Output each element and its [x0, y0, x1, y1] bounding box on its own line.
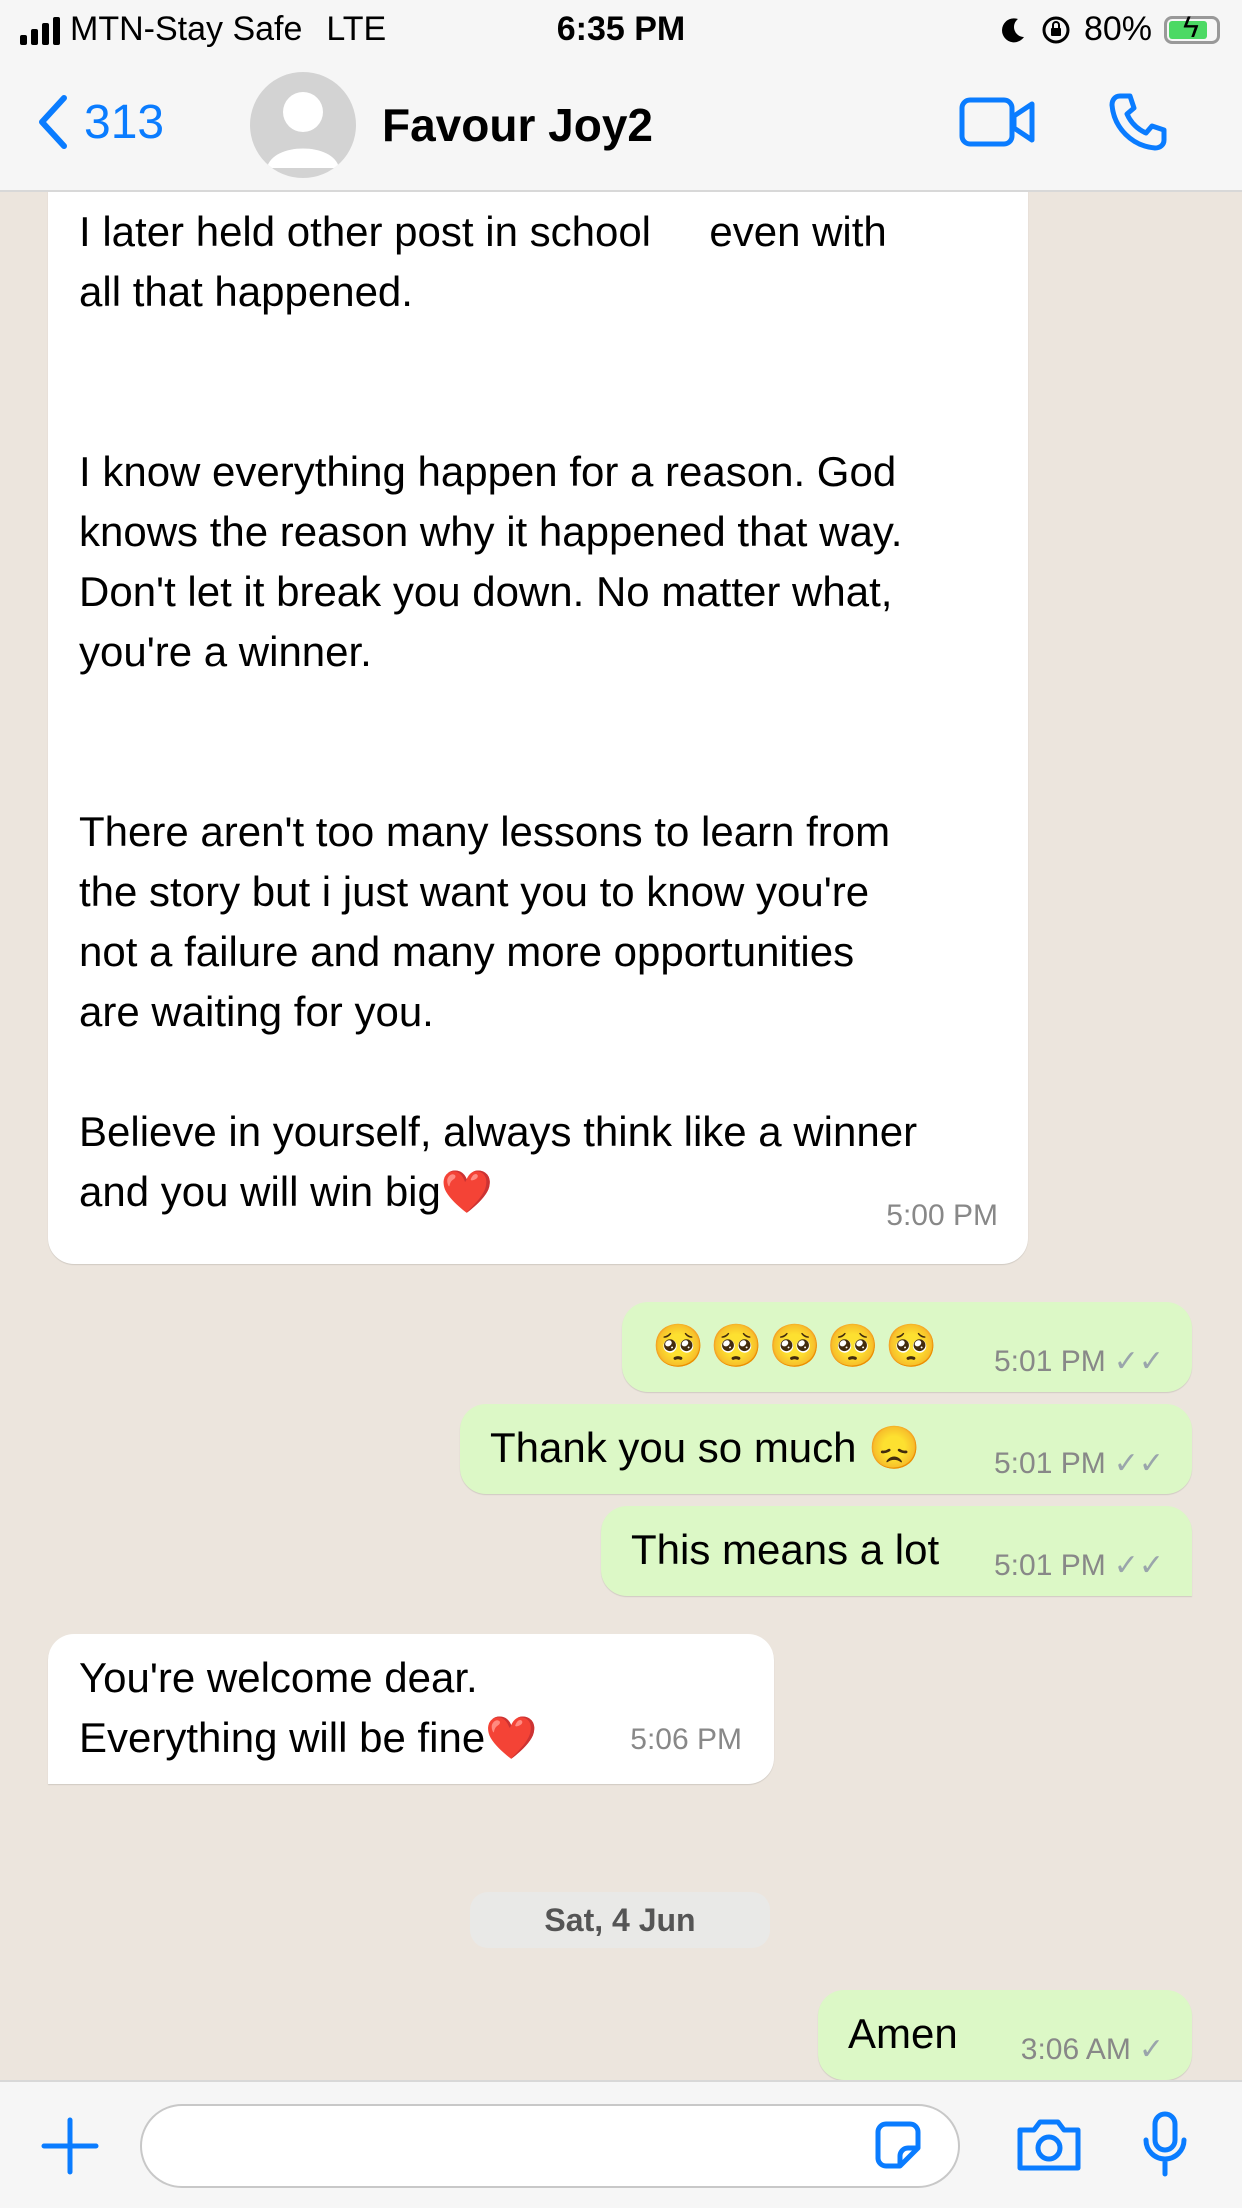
message-text: I later held other post in school even w… — [79, 208, 918, 1215]
video-call-icon[interactable] — [958, 92, 1038, 152]
status-bar: MTN-Stay Safe LTE 6:35 PM 80% ϟ — [0, 0, 1242, 60]
date-separator: Sat, 4 Jun — [470, 1892, 770, 1948]
single-check-icon: ✓ — [1138, 2033, 1164, 2066]
message-time: 3:06 AM ✓ — [1021, 2020, 1164, 2080]
message-time: 5:01 PM ✓✓ — [994, 1434, 1164, 1494]
contact-name[interactable]: Favour Joy2 — [382, 98, 653, 152]
incoming-message[interactable]: You're welcome dear. Everything will be … — [48, 1634, 774, 1784]
message-input[interactable] — [140, 2104, 960, 2188]
outgoing-message[interactable]: Thank you so much 😞 5:01 PM ✓✓ — [460, 1404, 1192, 1494]
incoming-message[interactable]: I later held other post in school even w… — [48, 192, 1028, 1264]
moon-icon — [1001, 17, 1024, 42]
unread-count: 313 — [84, 95, 165, 149]
sticker-icon[interactable] — [870, 2118, 926, 2174]
composer-bar — [0, 2080, 1242, 2208]
outgoing-message[interactable]: This means a lot 5:01 PM ✓✓ — [601, 1506, 1192, 1596]
chevron-left-icon — [39, 95, 67, 149]
back-button[interactable]: 313 — [36, 94, 164, 150]
double-check-icon: ✓✓ — [1113, 1345, 1164, 1378]
chat-header: 313 Favour Joy2 — [0, 60, 1242, 192]
battery-percent: 80% — [1083, 10, 1152, 48]
message-time: 5:06 PM — [630, 1723, 742, 1756]
orientation-lock-icon — [1042, 16, 1070, 43]
message-time: 5:01 PM ✓✓ — [994, 1536, 1164, 1596]
outgoing-message[interactable]: Amen 3:06 AM ✓ — [818, 1990, 1192, 2080]
message-time: 5:00 PM — [886, 1199, 998, 1232]
double-check-icon: ✓✓ — [1113, 1549, 1164, 1582]
phone-call-icon[interactable] — [1106, 90, 1170, 154]
camera-icon[interactable] — [1014, 2114, 1084, 2174]
battery-charging-icon: ϟ — [1164, 12, 1220, 44]
microphone-icon[interactable] — [1140, 2110, 1190, 2180]
message-list[interactable]: I later held other post in school even w… — [0, 192, 1242, 2080]
double-check-icon: ✓✓ — [1113, 1447, 1164, 1480]
default-avatar-icon — [267, 92, 339, 168]
plus-icon[interactable] — [40, 2116, 100, 2176]
outgoing-message[interactable]: 🥺🥺🥺🥺🥺 5:01 PM ✓✓ — [622, 1302, 1192, 1392]
status-right: 80% ϟ — [998, 10, 1220, 49]
contact-avatar[interactable] — [250, 72, 356, 178]
message-time: 5:01 PM ✓✓ — [994, 1332, 1164, 1392]
